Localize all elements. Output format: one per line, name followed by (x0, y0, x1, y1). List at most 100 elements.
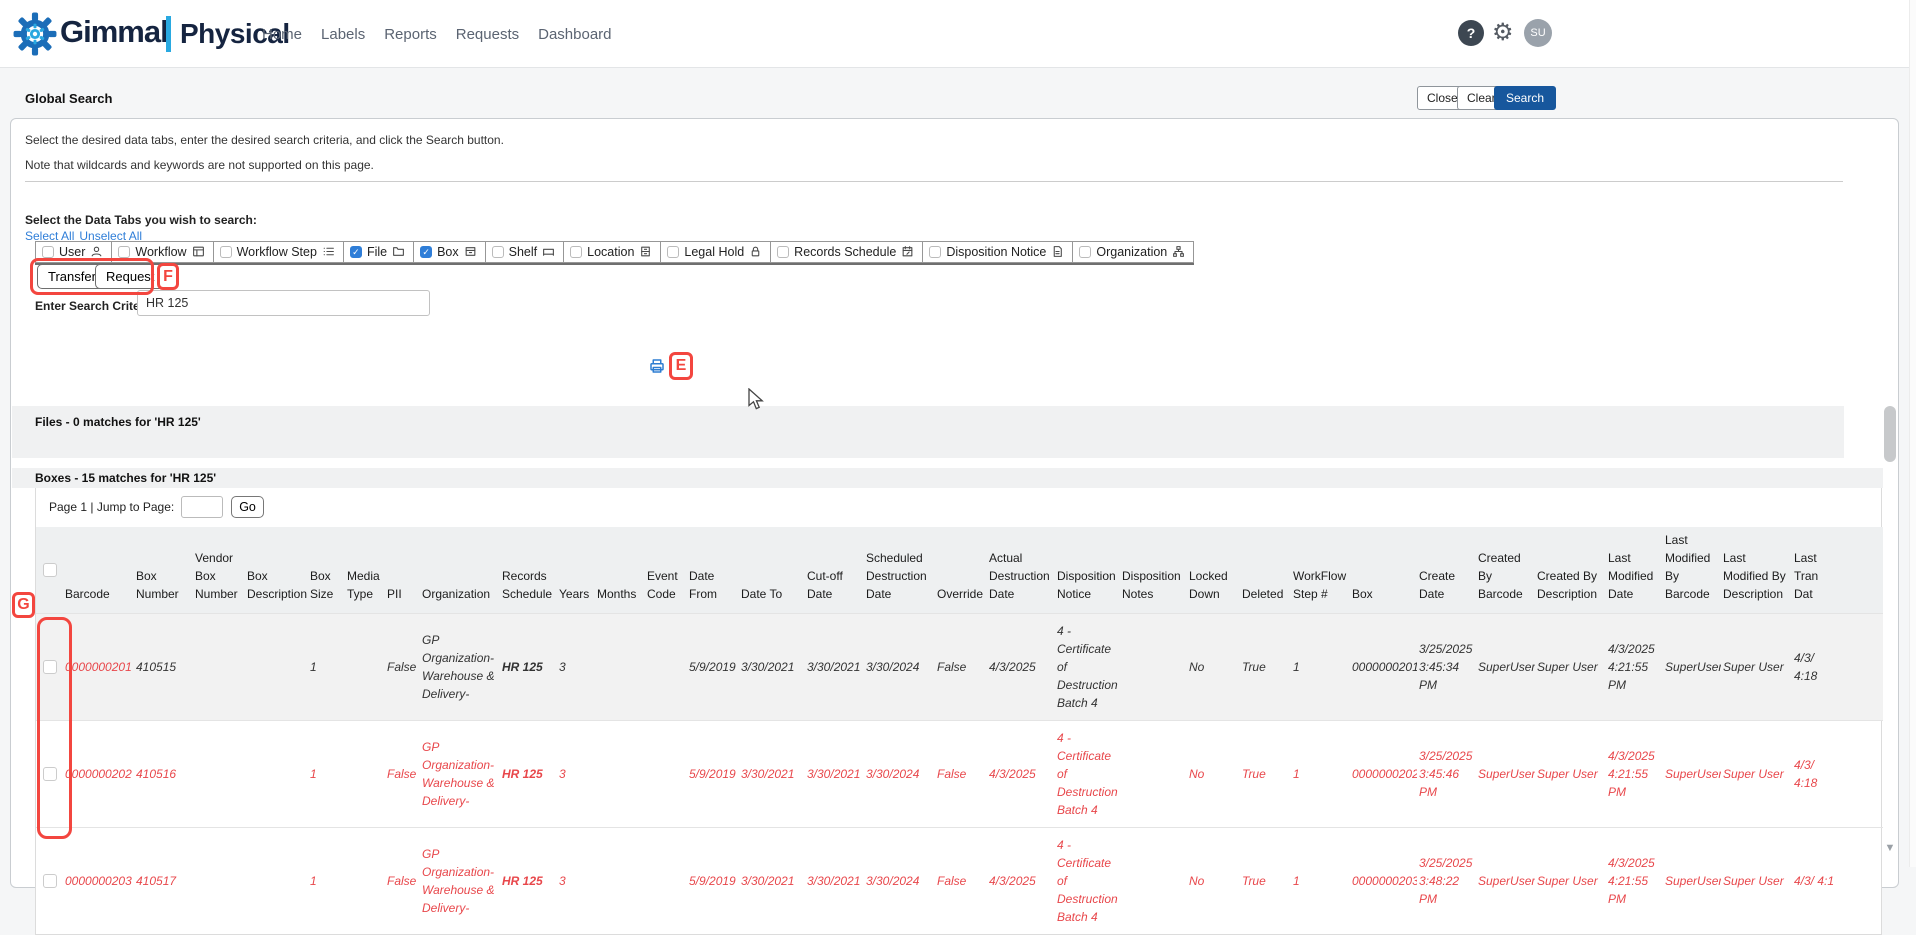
cell-media-type (345, 828, 385, 935)
cell-box-number: 410516 (134, 721, 193, 828)
nav-reports[interactable]: Reports (384, 26, 437, 43)
cell-barcode[interactable]: 0000000202 (63, 721, 134, 828)
tab-location[interactable]: Location (563, 241, 660, 263)
col-months: Months (595, 527, 645, 614)
boxes-results-band: Boxes - 15 matches for 'HR 125' (12, 468, 1883, 488)
cell-filler (1843, 721, 1883, 828)
tab-box[interactable]: ✓ Box (413, 241, 485, 263)
user-avatar[interactable]: SU (1524, 19, 1552, 47)
col-scheduled-destruction-date: Scheduled Destruction Date (864, 527, 935, 614)
col-date-to: Date To (739, 527, 805, 614)
nav-requests[interactable]: Requests (456, 26, 519, 43)
tab-workflow-step[interactable]: Workflow Step (213, 241, 343, 263)
cell-barcode[interactable]: 0000000203 (63, 828, 134, 935)
col-date-from: Date From (687, 527, 739, 614)
cell-box: 0000000203 (1350, 828, 1417, 935)
tab-label: Workflow Step (237, 245, 317, 259)
tab-label: User (59, 245, 85, 259)
cell-box-description (245, 614, 308, 721)
col-media-type: Media Type (345, 527, 385, 614)
tab-checkbox[interactable]: ✓ (420, 246, 432, 258)
col-last-modified-by-description: Last Modified By Description (1721, 527, 1792, 614)
brand-separator (166, 16, 171, 52)
tab-records-schedule[interactable]: Records Schedule (770, 241, 922, 263)
col-barcode: Barcode (63, 527, 134, 614)
boxes-results-title: Boxes - 15 matches for 'HR 125' (12, 468, 1883, 485)
col-deleted: Deleted (1240, 527, 1291, 614)
cell-locked-down: No (1187, 721, 1240, 828)
cell-cutoff-date: 3/30/2021 (805, 614, 864, 721)
tab-checkbox[interactable] (118, 246, 130, 258)
tab-file[interactable]: ✓File (343, 241, 413, 263)
cell-organization: GP Organization-Warehouse & Delivery- (420, 614, 500, 721)
tab-legal-hold[interactable]: Legal Hold (660, 241, 770, 263)
cell-barcode[interactable]: 0000000201 (63, 614, 134, 721)
page-scrollbar[interactable] (1909, 0, 1916, 867)
col-vendor-box-number: Vendor Box Number (193, 527, 245, 614)
cell-disposition-notes (1120, 828, 1187, 935)
go-button[interactable]: Go (231, 496, 264, 518)
cell-scheduled-destruction-date: 3/30/2024 (864, 828, 935, 935)
cell-vendor-box-number (193, 721, 245, 828)
cell-last-modified-by-description: Super User (1721, 721, 1792, 828)
cell-pii: False (385, 614, 420, 721)
gear-icon[interactable]: ⚙ (1492, 18, 1514, 47)
nav-dashboard[interactable]: Dashboard (538, 26, 611, 43)
cell-created-by-description: Super User (1535, 614, 1606, 721)
row-checkbox[interactable] (43, 874, 57, 888)
workflow-icon (192, 245, 205, 258)
tab-checkbox[interactable] (492, 246, 504, 258)
scrollbar-down-arrow[interactable]: ▼ (1883, 842, 1897, 854)
col-box-description: Box Description (245, 527, 308, 614)
cell-vendor-box-number (193, 614, 245, 721)
cell-last-modified-date: 4/3/2025 4:21:55 PM (1606, 721, 1663, 828)
tab-checkbox[interactable] (667, 246, 679, 258)
cell-actual-destruction-date: 4/3/2025 (987, 721, 1055, 828)
cell-scheduled-destruction-date: 3/30/2024 (864, 614, 935, 721)
table-header-row: BarcodeBox NumberVendor Box NumberBox De… (36, 527, 1883, 614)
cell-disposition-notice: 4 - Certificate of Destruction Batch 4 (1055, 721, 1120, 828)
cell-workflow-step: 1 (1291, 614, 1350, 721)
tab-label: Workflow (135, 245, 186, 259)
tab-checkbox[interactable] (777, 246, 789, 258)
select-all-checkbox[interactable] (43, 563, 57, 577)
cell-disposition-notice: 4 - Certificate of Destruction Batch 4 (1055, 828, 1120, 935)
help-icon[interactable]: ? (1458, 20, 1484, 46)
tab-disposition-notice[interactable]: Disposition Notice (922, 241, 1072, 263)
col-records-schedule: Records Schedule (500, 527, 557, 614)
cell-records-schedule: HR 125 (500, 614, 557, 721)
header-checkbox-cell (36, 527, 63, 614)
cell-last-modified-by-barcode: SuperUser (1663, 828, 1721, 935)
col-last-modified-date: Last Modified Date (1606, 527, 1663, 614)
tab-checkbox[interactable]: ✓ (350, 246, 362, 258)
cell-box: 0000000201 (1350, 614, 1417, 721)
cell-months (595, 828, 645, 935)
cell-deleted: True (1240, 828, 1291, 935)
col-created-by-barcode: Created By Barcode (1476, 527, 1535, 614)
cell-box-size: 1 (308, 614, 345, 721)
cell-media-type (345, 614, 385, 721)
results-scrollbar-thumb[interactable] (1884, 406, 1896, 462)
nav-labels[interactable]: Labels (321, 26, 365, 43)
search-criteria-input[interactable] (137, 290, 430, 316)
tab-checkbox[interactable] (42, 246, 54, 258)
search-button[interactable]: Search (1494, 86, 1556, 110)
jump-to-page-input[interactable] (181, 496, 223, 518)
location-icon (639, 245, 652, 258)
cell-date-from: 5/9/2019 (687, 721, 739, 828)
tab-label: Box (437, 245, 459, 259)
tab-checkbox[interactable] (1079, 246, 1091, 258)
tab-label: Location (587, 245, 634, 259)
tab-checkbox[interactable] (220, 246, 232, 258)
nav-home[interactable]: Home (262, 26, 302, 43)
disposition-notice-icon (1051, 245, 1064, 258)
tab-checkbox[interactable] (929, 246, 941, 258)
tab-checkbox[interactable] (570, 246, 582, 258)
tab-label: Legal Hold (684, 245, 744, 259)
cell-created-by-description: Super User (1535, 721, 1606, 828)
boxes-results-table: BarcodeBox NumberVendor Box NumberBox De… (36, 527, 1883, 934)
print-icon[interactable] (648, 357, 666, 380)
data-tab-strip: UserWorkflowWorkflow Step✓File✓BoxShelfL… (35, 241, 1194, 265)
tab-shelf[interactable]: Shelf (485, 241, 564, 263)
tab-organization[interactable]: Organization (1072, 241, 1194, 263)
